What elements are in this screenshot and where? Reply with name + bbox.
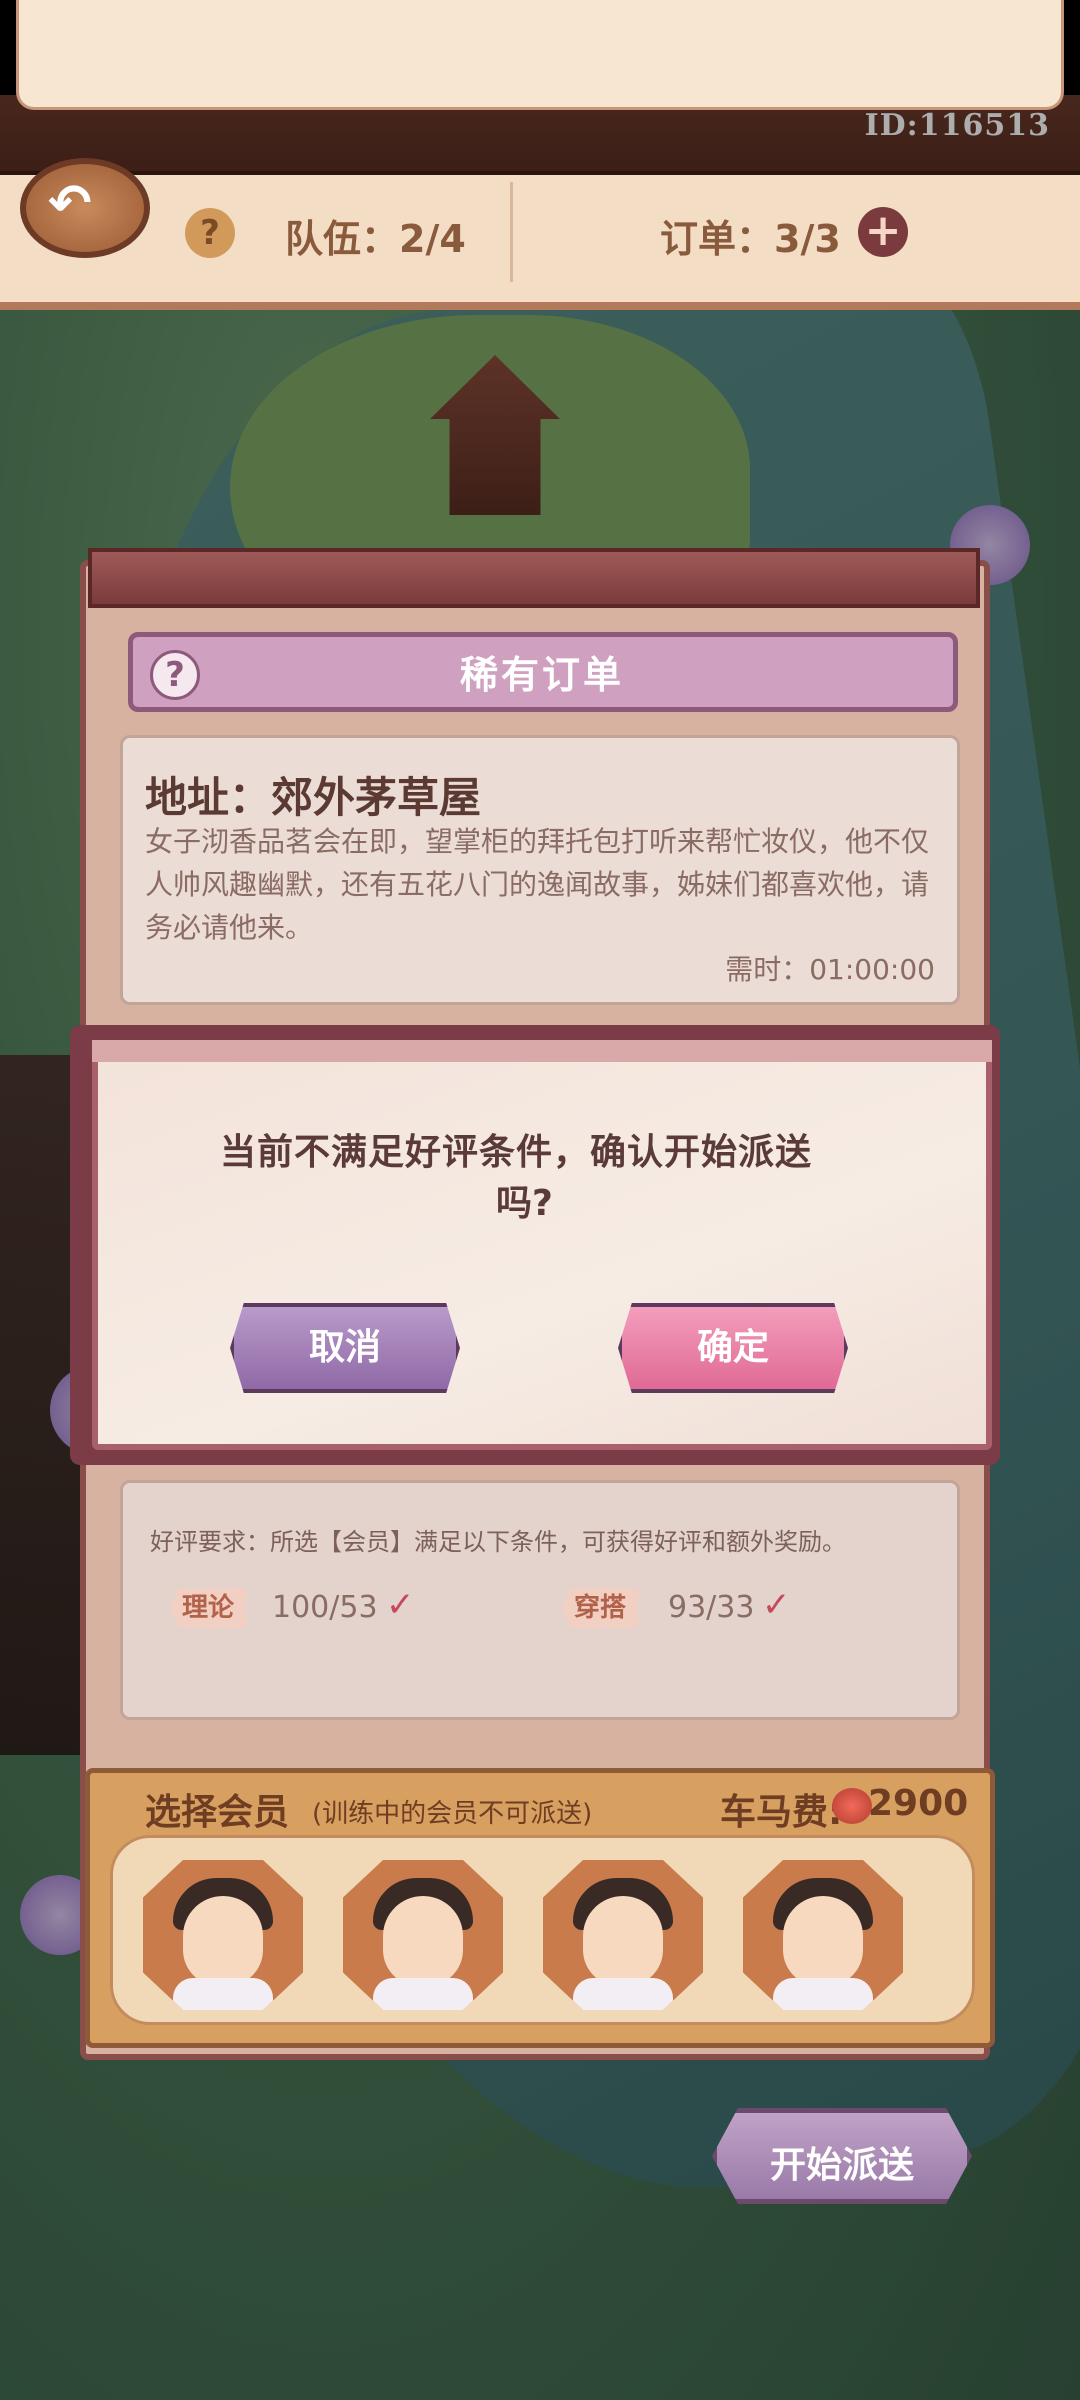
dialog-message-line2: 吗?	[496, 1183, 553, 1224]
requirement-value-theory: 100/53	[272, 1590, 378, 1625]
order-description: 女子沏香品茗会在即，望掌柜的拜托包打听来帮忙妆仪，他不仅人帅风趣幽默，还有五花八…	[145, 825, 930, 944]
member-avatar[interactable]	[143, 1860, 303, 2010]
dialog-message-line1: 当前不满足好评条件，确认开始派送	[220, 1132, 813, 1173]
start-delivery-label: 开始派送	[770, 2145, 915, 2186]
good-review-requirement: 好评要求：所选【会员】满足以下条件，可获得好评和额外奖励。	[150, 1528, 846, 1556]
time-required: 需时：01:00:00	[725, 953, 935, 986]
fee-value: 2900	[868, 1783, 969, 1824]
top-info-panel	[0, 175, 1080, 310]
confirm-dialog	[92, 1040, 992, 1450]
avatar-face	[583, 1896, 663, 1986]
order-title: 稀有订单	[460, 653, 625, 697]
fee-label: 车马费:	[720, 1792, 843, 1833]
member-avatar[interactable]	[543, 1860, 703, 2010]
requirement-value-outfit: 93/33	[668, 1590, 755, 1625]
check-icon: ✓	[762, 1585, 791, 1625]
member-title: 选择会员	[145, 1792, 290, 1833]
requirement-tag-theory: 理论	[170, 1588, 247, 1628]
question-icon[interactable]: ?	[185, 208, 235, 258]
plus-icon[interactable]: +	[858, 207, 908, 257]
question-icon[interactable]: ?	[150, 650, 200, 700]
requirement-tag-outfit: 穿搭	[562, 1588, 639, 1628]
member-subtitle: (训练中的会员不可派送)	[312, 1799, 593, 1829]
back-arrow-icon: ↶	[48, 174, 92, 234]
team-count: 队伍：2/4	[285, 217, 466, 261]
avatar-face	[783, 1896, 863, 1986]
cancel-button[interactable]: 取消	[230, 1303, 460, 1393]
top-info-inner	[16, 0, 1064, 110]
order-panel-topbar	[88, 548, 980, 608]
coin-icon	[832, 1788, 872, 1824]
order-address: 地址：郊外茅草屋	[145, 773, 482, 822]
confirm-button[interactable]: 确定	[618, 1303, 848, 1393]
divider	[510, 182, 513, 282]
dialog-band	[92, 1040, 992, 1062]
avatar-face	[383, 1896, 463, 1986]
order-count: 订单：3/3	[660, 217, 841, 261]
member-avatar[interactable]	[743, 1860, 903, 2010]
avatar-face	[183, 1896, 263, 1986]
member-avatar[interactable]	[343, 1860, 503, 2010]
check-icon: ✓	[386, 1585, 415, 1625]
